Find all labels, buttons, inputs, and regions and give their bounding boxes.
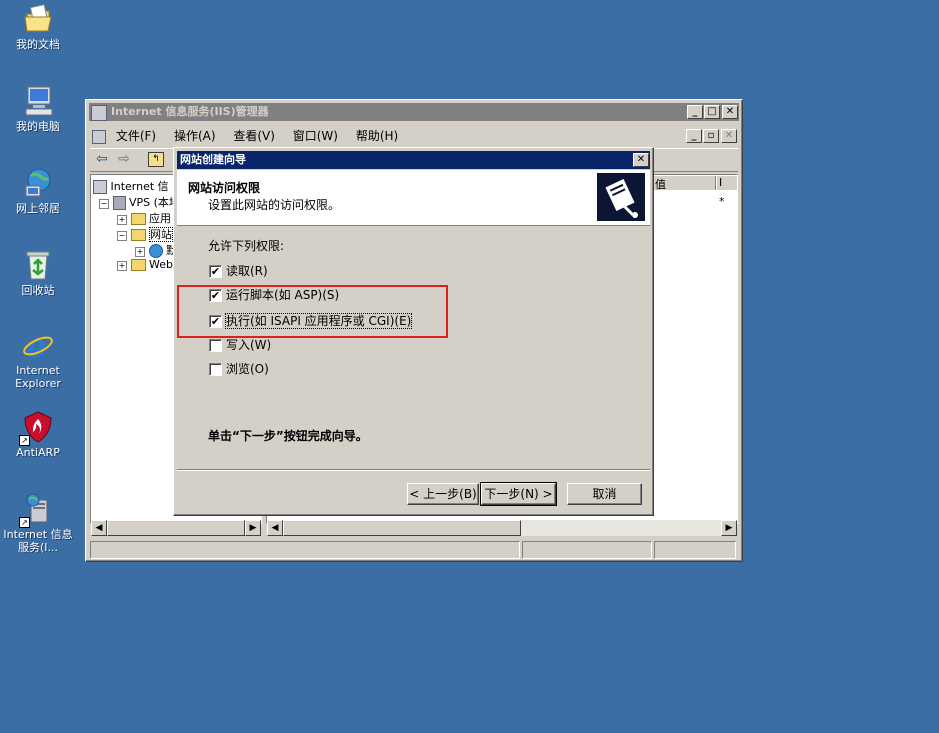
expand-icon[interactable]: + — [117, 261, 127, 271]
scroll-left-icon[interactable]: ◀ — [91, 520, 107, 536]
wizard-title: 网站创建向导 — [180, 153, 246, 166]
tree-root[interactable]: Internet 信 — [93, 178, 169, 194]
desktop-icon-my-documents[interactable]: 我的文档 — [0, 2, 76, 51]
iis-menu-bar: 文件(F) 操作(A) 查看(V) 窗口(W) 帮助(H) _ ▫ ✕ — [92, 127, 738, 145]
menu-view[interactable]: 查看(V) — [233, 129, 275, 143]
desktop-icon-label: 网上邻居 — [16, 202, 60, 215]
browse-checkbox[interactable] — [209, 363, 222, 376]
wizard-finish-text: 单击“下一步”按钮完成向导。 — [208, 429, 368, 443]
back-arrow-icon[interactable]: ⇦ — [96, 151, 108, 167]
shortcut-arrow-icon: ↗ — [19, 435, 30, 446]
status-panel-1 — [90, 541, 520, 559]
antiarp-shield-icon: ↗ — [19, 410, 55, 446]
write-checkbox[interactable] — [209, 339, 222, 352]
desktop-icon-label: 我的文档 — [16, 38, 60, 51]
read-label[interactable]: 读取(R) — [226, 264, 268, 278]
highlight-box — [177, 285, 448, 338]
allow-permissions-label: 允许下列权限: — [208, 239, 285, 253]
folder-icon — [130, 259, 146, 271]
scroll-thumb[interactable] — [283, 520, 521, 536]
tree-default-site[interactable]: + 默 — [135, 242, 177, 258]
tree-websites[interactable]: − 网站 — [117, 226, 173, 242]
tree-web-extensions[interactable]: + Web — [117, 258, 173, 271]
scroll-thumb[interactable] — [107, 520, 245, 536]
folder-open-icon — [130, 229, 146, 241]
up-level-icon[interactable]: ↰ — [148, 152, 164, 167]
read-checkbox[interactable]: ✔ — [209, 265, 222, 278]
desktop-icon-my-computer[interactable]: 我的电脑 — [0, 84, 76, 133]
desktop-icon-label: Internet Explorer — [15, 364, 61, 390]
details-horizontal-scrollbar[interactable]: ◀ ▶ — [267, 520, 737, 536]
desktop-icon-iis[interactable]: ↗ Internet 信息服务(I... — [0, 492, 76, 554]
desktop-icon-label: 我的电脑 — [16, 120, 60, 133]
desktop-icon-recycle-bin[interactable]: 回收站 — [0, 248, 76, 297]
column-header-i[interactable]: I — [717, 176, 737, 190]
wizard-title-bar[interactable]: 网站创建向导 ✕ — [177, 151, 650, 169]
write-label[interactable]: 写入(W) — [226, 338, 271, 352]
scroll-left-icon[interactable]: ◀ — [267, 520, 283, 536]
desktop-icon-internet-explorer[interactable]: e Internet Explorer — [0, 327, 76, 390]
mmc-app-icon — [92, 129, 106, 144]
forward-arrow-icon[interactable]: ⇨ — [118, 151, 130, 167]
menu-file[interactable]: 文件(F) — [116, 129, 156, 143]
desktop-icon-label: Internet 信息服务(I... — [3, 528, 73, 554]
child-restore-button[interactable]: ▫ — [703, 129, 719, 143]
collapse-icon[interactable]: − — [117, 231, 127, 241]
folder-icon — [130, 213, 146, 225]
iis-window-title: Internet 信息服务(IIS)管理器 — [111, 105, 269, 118]
tree-horizontal-scrollbar[interactable]: ◀ ▶ — [91, 520, 261, 536]
my-computer-icon — [21, 84, 55, 118]
folder-documents-icon — [21, 2, 55, 36]
menu-help[interactable]: 帮助(H) — [356, 129, 398, 143]
iis-app-icon — [91, 105, 107, 121]
column-header-value[interactable]: 值 — [653, 176, 716, 191]
iis-manager-icon: ↗ — [19, 492, 55, 528]
maximize-button[interactable]: □ — [704, 105, 720, 119]
menu-action[interactable]: 操作(A) — [174, 129, 216, 143]
wizard-close-button[interactable]: ✕ — [633, 153, 649, 167]
back-button[interactable]: < 上一步(B) — [407, 483, 479, 505]
network-icon — [21, 166, 55, 200]
collapse-icon[interactable]: − — [99, 199, 109, 209]
recycle-bin-icon — [21, 248, 55, 282]
globe-icon — [148, 244, 163, 258]
menu-window[interactable]: 窗口(W) — [293, 129, 338, 143]
wizard-header: 网站访问权限 设置此网站的访问权限。 — [177, 170, 650, 226]
internet-explorer-icon: e — [21, 327, 55, 365]
desktop-icon-antiarp[interactable]: ↗ AntiARP — [0, 410, 76, 459]
wizard-header-graphic-icon — [597, 173, 645, 221]
browse-label[interactable]: 浏览(O) — [226, 362, 269, 376]
minimize-button[interactable]: _ — [687, 105, 703, 119]
close-button[interactable]: ✕ — [722, 105, 738, 119]
scroll-right-icon[interactable]: ▶ — [721, 520, 737, 536]
wizard-header-title: 网站访问权限 — [188, 181, 261, 195]
tree-server[interactable]: − VPS (本地 — [99, 194, 180, 210]
shortcut-arrow-icon: ↗ — [19, 517, 30, 528]
desktop-icon-label: 回收站 — [21, 284, 55, 297]
wizard-header-subtitle: 设置此网站的访问权限。 — [208, 198, 341, 212]
iis-title-bar[interactable]: Internet 信息服务(IIS)管理器 _ □ ✕ — [89, 103, 739, 121]
child-close-button[interactable]: ✕ — [721, 129, 737, 143]
details-cell-star: * — [719, 195, 725, 208]
status-panel-3 — [654, 541, 736, 559]
expand-icon[interactable]: + — [117, 215, 127, 225]
desktop-icon-network[interactable]: 网上邻居 — [0, 166, 76, 215]
server-icon — [112, 196, 126, 210]
iis-root-icon — [93, 180, 107, 194]
tree-app-pools[interactable]: + 应用 — [117, 210, 171, 226]
expand-icon[interactable]: + — [135, 247, 145, 257]
website-creation-wizard[interactable]: 网站创建向导 ✕ 网站访问权限 设置此网站的访问权限。 允许下列权限: ✔ 读取… — [173, 147, 654, 516]
next-button[interactable]: 下一步(N) > — [480, 482, 557, 506]
child-minimize-button[interactable]: _ — [686, 129, 702, 143]
desktop-icon-label: AntiARP — [16, 446, 60, 459]
status-panel-2 — [522, 541, 652, 559]
scroll-right-icon[interactable]: ▶ — [245, 520, 261, 536]
wizard-separator — [177, 469, 650, 471]
cancel-button[interactable]: 取消 — [567, 483, 642, 505]
